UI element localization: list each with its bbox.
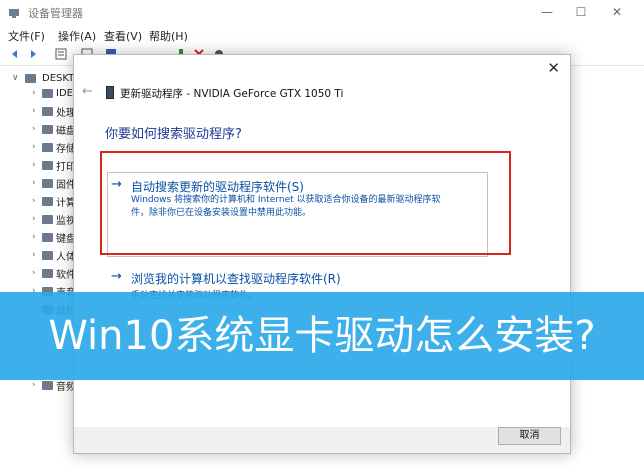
menu-action[interactable]: 操作(A): [58, 28, 96, 44]
close-button[interactable]: ✕: [604, 3, 630, 21]
dialog-question: 你要如何搜索驱动程序?: [105, 127, 242, 142]
maximize-button[interactable]: ☐: [568, 3, 594, 21]
chevron-right-icon[interactable]: ›: [32, 88, 42, 98]
monitor-icon: [42, 214, 53, 224]
dialog-footer: [74, 427, 570, 453]
back-icon[interactable]: [8, 47, 22, 61]
disk-icon: [42, 124, 53, 134]
chevron-right-icon[interactable]: ›: [32, 142, 42, 152]
storage-icon: [42, 142, 53, 152]
device-manager-icon: [9, 9, 19, 18]
title-banner: Win10系统显卡驱动怎么安装?: [0, 292, 644, 380]
properties-icon[interactable]: [54, 47, 68, 61]
window-title: 设备管理器: [28, 7, 83, 20]
dialog-close-button[interactable]: ✕: [547, 59, 560, 77]
menu-bar: 文件(F) 操作(A) 查看(V) 帮助(H): [0, 26, 644, 44]
chevron-right-icon[interactable]: ›: [32, 250, 42, 260]
tree-item-computer[interactable]: › 计算: [32, 192, 76, 210]
audio-icon: [42, 380, 53, 390]
update-driver-dialog: ✕ ← 更新驱动程序 - NVIDIA GeForce GTX 1050 Ti …: [73, 54, 571, 454]
chevron-right-icon[interactable]: ›: [32, 160, 42, 170]
minimize-button[interactable]: —: [534, 3, 560, 21]
computer-icon: [42, 196, 53, 206]
menu-file[interactable]: 文件(F): [8, 28, 45, 44]
tree-item-software[interactable]: › 软件: [32, 264, 76, 282]
dialog-title: 更新驱动程序 - NVIDIA GeForce GTX 1050 Ti: [120, 88, 344, 100]
tree-item-printer[interactable]: › 打印: [32, 156, 76, 174]
tree-item-label: IDE: [56, 87, 73, 99]
back-arrow-icon[interactable]: ←: [82, 84, 93, 99]
hid-icon: [42, 250, 53, 260]
forward-icon[interactable]: [26, 47, 40, 61]
tree-item-firmware[interactable]: › 固件: [32, 174, 76, 192]
tree-item-storage[interactable]: › 存储: [32, 138, 76, 156]
browse-arrow-icon: →: [111, 269, 122, 284]
title-bar: 设备管理器 — ☐ ✕: [0, 0, 644, 26]
chevron-right-icon[interactable]: ›: [32, 106, 42, 116]
menu-view[interactable]: 查看(V): [104, 28, 142, 44]
chevron-right-icon[interactable]: ›: [32, 178, 42, 188]
menu-help[interactable]: 帮助(H): [149, 28, 188, 44]
tree-item-hid[interactable]: › 人体: [32, 246, 76, 264]
banner-text: Win10系统显卡驱动怎么安装?: [48, 313, 596, 359]
browse-option-title[interactable]: 浏览我的计算机以查找驱动程序软件(R): [131, 270, 341, 287]
red-highlight-box: [100, 151, 511, 255]
chevron-right-icon[interactable]: ›: [32, 196, 42, 206]
chevron-down-icon[interactable]: ∨: [12, 73, 22, 83]
tree-item-processor[interactable]: › 处理: [32, 102, 76, 120]
chevron-right-icon[interactable]: ›: [32, 268, 42, 278]
tree-item-disk[interactable]: › 磁盘: [32, 120, 76, 138]
keyboard-icon: [42, 232, 53, 242]
computer-icon: [25, 73, 36, 83]
printer-icon: [42, 160, 53, 170]
tree-item-keyboard[interactable]: › 键盘: [32, 228, 76, 246]
chevron-right-icon[interactable]: ›: [32, 380, 42, 390]
processor-icon: [42, 106, 53, 116]
tree-item-monitor[interactable]: › 监视: [32, 210, 76, 228]
chevron-right-icon[interactable]: ›: [32, 232, 42, 242]
ide-controller-icon: [42, 88, 53, 98]
tree-item-ide[interactable]: › IDE: [32, 84, 73, 102]
software-icon: [42, 268, 53, 278]
chevron-right-icon[interactable]: ›: [32, 214, 42, 224]
chevron-right-icon[interactable]: ›: [32, 124, 42, 134]
tree-root-label: DESKT: [42, 72, 75, 84]
device-tree: ∨ DESKT › IDE › 处理 › 磁盘 › 存储 › 打印 › 固件 › 计算 › 监视…: [0, 66, 80, 469]
graphics-card-icon: [106, 86, 114, 99]
firmware-icon: [42, 178, 53, 188]
cancel-button[interactable]: 取消: [498, 427, 561, 445]
